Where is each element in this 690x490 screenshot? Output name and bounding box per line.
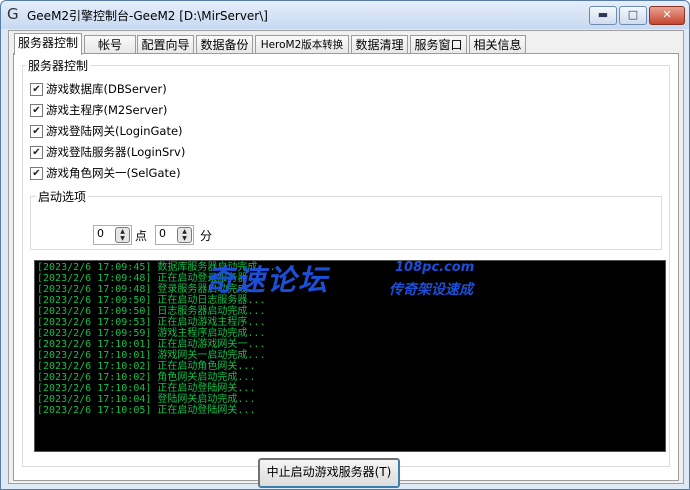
log-line: [2023/2/6 17:10:04] 正在启动登陆网关...	[37, 383, 256, 394]
tab-account[interactable]: 帐号	[84, 35, 136, 54]
checkbox-label: 游戏主程序(M2Server)	[46, 103, 168, 117]
minute-unit-label: 分	[200, 229, 213, 243]
log-line: [2023/2/6 17:09:45] 数据库服务器启动完成...	[37, 262, 276, 273]
log-line: [2023/2/6 17:10:02] 正在启动角色网关...	[37, 361, 256, 372]
log-line: [2023/2/6 17:10:05] 正在启动登陆网关...	[37, 405, 256, 416]
tab-herom2-convert[interactable]: HeroM2版本转换	[255, 35, 349, 54]
server-control-group-title: 服务器控制	[26, 57, 91, 74]
hour-spin-arrows-icon[interactable]: ▲ ▼	[115, 227, 130, 243]
checkbox-label: 游戏登陆服务器(LoginSrv)	[46, 145, 186, 159]
tab-panel: 服务器控制 ✔ 游戏数据库(DBServer) ✔ 游戏主程序(M2Server…	[13, 53, 679, 488]
tab-config-wizard[interactable]: 配置向导	[137, 35, 194, 54]
checkbox-checked-icon[interactable]: ✔	[30, 167, 43, 180]
minute-value[interactable]: 0	[159, 227, 166, 240]
close-button[interactable]: ✕	[649, 6, 685, 25]
checkbox-checked-icon[interactable]: ✔	[30, 125, 43, 138]
log-line: [2023/2/6 17:10:02] 角色网关启动完成...	[37, 372, 256, 383]
log-line: [2023/2/6 17:09:59] 游戏主程序启动完成...	[37, 328, 266, 339]
checkbox-label: 游戏数据库(DBServer)	[46, 82, 167, 96]
checkbox-label: 游戏登陆网关(LoginGate)	[46, 124, 183, 138]
window-title: GeeM2引擎控制台-GeeM2 [D:\MirServer\]	[27, 9, 268, 23]
log-line: [2023/2/6 17:09:50] 正在启动日志服务器...	[37, 295, 266, 306]
log-line: [2023/2/6 17:10:04] 登陆网关启动完成...	[37, 394, 256, 405]
log-line: [2023/2/6 17:09:48] 登录服务器启动完成...	[37, 284, 266, 295]
log-line: [2023/2/6 17:10:01] 游戏网关一启动完成...	[37, 350, 266, 361]
checkbox-checked-icon[interactable]: ✔	[30, 83, 43, 96]
log-console[interactable]: [2023/2/6 17:09:45] 数据库服务器启动完成... [2023/…	[34, 260, 666, 452]
checkbox-label: 游戏角色网关一(SelGate)	[46, 166, 181, 180]
tab-server-control[interactable]: 服务器控制	[14, 33, 82, 55]
tab-related-info[interactable]: 相关信息	[469, 35, 526, 54]
checkbox-checked-icon[interactable]: ✔	[30, 146, 43, 159]
client-area: 服务器控制 帐号 配置向导 数据备份 HeroM2版本转换 数据清理 服务窗口 …	[8, 30, 684, 488]
log-line: [2023/2/6 17:09:53] 正在启动游戏主程序...	[37, 317, 266, 328]
log-line: [2023/2/6 17:09:48] 正在启动登录服务器...	[37, 273, 266, 284]
log-line: [2023/2/6 17:09:50] 日志服务器启动完成...	[37, 306, 266, 317]
hour-value[interactable]: 0	[97, 227, 104, 240]
minute-spin-arrows-icon[interactable]: ▲ ▼	[177, 227, 192, 243]
start-options-title: 启动选项	[36, 188, 89, 205]
app-g-icon: G	[7, 5, 19, 23]
log-line: [2023/2/6 17:10:01] 正在启动游戏网关一...	[37, 339, 266, 350]
stop-server-button[interactable]: 中止启动游戏服务器(T)	[258, 458, 400, 488]
title-bar[interactable]: G GeeM2引擎控制台-GeeM2 [D:\MirServer\] ▬ □ ✕	[1, 1, 689, 29]
minimize-button[interactable]: ▬	[589, 6, 617, 25]
tab-service-window[interactable]: 服务窗口	[410, 35, 467, 54]
hour-spinner[interactable]: 0 ▲ ▼	[93, 225, 132, 245]
tab-data-cleanup[interactable]: 数据清理	[351, 35, 408, 54]
watermark-site: 108pc.com	[395, 260, 475, 275]
main-window: G GeeM2引擎控制台-GeeM2 [D:\MirServer\] ▬ □ ✕…	[0, 0, 690, 490]
watermark-slogan: 传奇架设速成	[389, 282, 473, 298]
hour-unit-label: 点	[135, 229, 148, 243]
checkbox-checked-icon[interactable]: ✔	[30, 104, 43, 117]
tab-data-backup[interactable]: 数据备份	[196, 35, 253, 54]
maximize-button[interactable]: □	[619, 6, 647, 25]
minute-spinner[interactable]: 0 ▲ ▼	[155, 225, 194, 245]
